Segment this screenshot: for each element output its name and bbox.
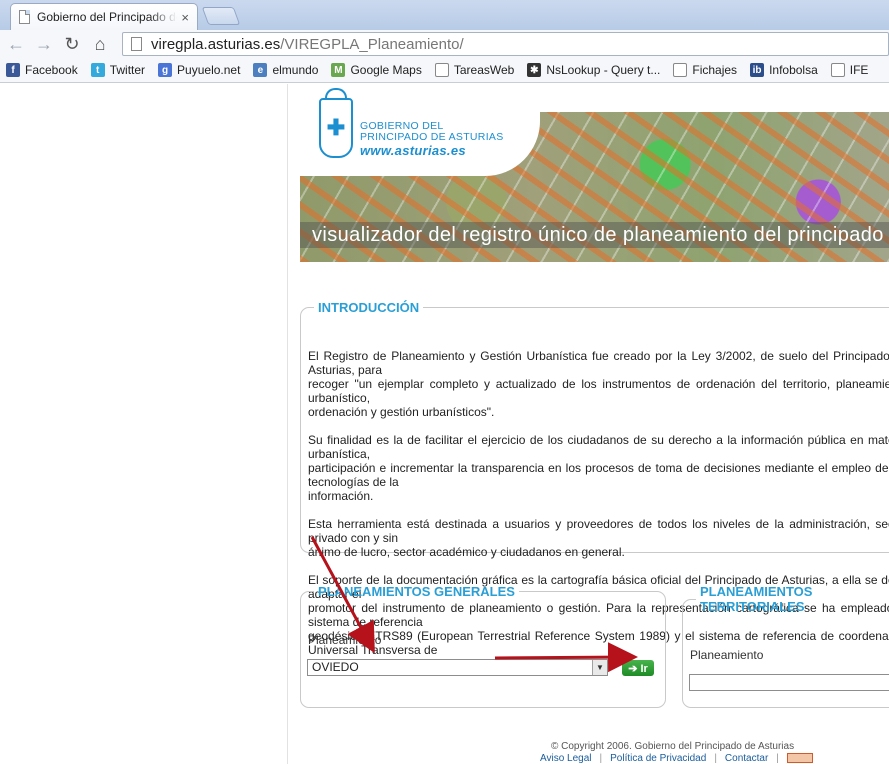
bookmark-item[interactable]: IFE: [830, 63, 869, 77]
intro-paragraph: Esta herramienta está destinada a usuari…: [308, 517, 889, 559]
twitter-icon: t: [90, 63, 105, 77]
page-icon: [19, 10, 30, 24]
separator: |: [714, 753, 717, 764]
footer-links: Aviso Legal | Política de Privacidad | C…: [540, 753, 813, 764]
close-icon[interactable]: ×: [181, 10, 189, 25]
bookmark-item[interactable]: t Twitter: [90, 63, 146, 77]
bookmark-item[interactable]: Fichajes: [673, 63, 737, 77]
gov-url[interactable]: www.asturias.es: [360, 143, 466, 158]
tab-strip: Gobierno del Principado de Asturias ×: [0, 0, 889, 30]
separator: |: [599, 753, 603, 764]
planeamiento-label: Planeamiento: [690, 648, 764, 662]
bookmark-label: Twitter: [109, 63, 146, 77]
bookmarks-bar: f Facebook t Twitter g Puyuelo.net e elmundo M Go…: [0, 58, 889, 83]
bookmark-label: Puyuelo.net: [177, 63, 241, 77]
bookmark-item[interactable]: g Puyuelo.net: [158, 63, 240, 77]
bookmark-item[interactable]: f Facebook: [6, 63, 78, 77]
browser-toolbar: ← → ↻ ⌂ viregpla.asturias.es /VIREGPLA_P…: [0, 30, 889, 58]
facebook-icon: f: [6, 63, 20, 77]
generales-legend: PLANEAMIENTOS GENERALES: [318, 584, 515, 599]
bookmark-item[interactable]: e elmundo: [253, 63, 318, 77]
page-icon: [830, 63, 845, 77]
reload-icon[interactable]: ↻: [60, 32, 84, 56]
header-banner: visualizador del registro único de plane…: [300, 84, 889, 262]
google-icon: g: [158, 63, 173, 77]
contact-link[interactable]: Contactar: [725, 753, 768, 764]
page-icon: [673, 63, 688, 77]
banner-caption: visualizador del registro único de plane…: [312, 224, 884, 246]
home-icon[interactable]: ⌂: [88, 32, 112, 56]
page-icon: [131, 37, 142, 51]
bookmark-item[interactable]: M Google Maps: [331, 63, 422, 77]
bookmark-label: Facebook: [25, 63, 78, 77]
planeamientos-territoriales-section: PLANEAMIENTOS TERRITORIALES Planeamiento: [682, 584, 889, 708]
intro-paragraph: Su finalidad es la de facilitar el ejerc…: [308, 433, 889, 503]
url-path: /VIREGPLA_Planeamiento/: [280, 35, 464, 53]
web-page: visualizador del registro único de plane…: [0, 84, 889, 764]
go-button[interactable]: ➔ Ir: [622, 660, 654, 676]
logo-panel[interactable]: ✚ GOBIERNO DEL PRINCIPADO DE ASTURIAS ww…: [300, 84, 540, 176]
intro-legend: INTRODUCCIÓN: [318, 300, 420, 315]
gov-line-2: PRINCIPADO DE ASTURIAS: [360, 131, 504, 143]
globe-icon: e: [253, 63, 268, 77]
bookmark-item[interactable]: ✱ NsLookup - Query t...: [527, 63, 660, 77]
new-tab-button[interactable]: [201, 7, 241, 25]
bookmark-label: Fichajes: [692, 63, 738, 77]
planeamiento-generales-select[interactable]: OVIEDO ▼: [307, 659, 608, 676]
bookmark-label: Google Maps: [350, 63, 422, 77]
select-value: OVIEDO: [312, 660, 359, 674]
tab-title: Gobierno del Principado de Asturias: [37, 10, 177, 24]
browser-tab[interactable]: Gobierno del Principado de Asturias ×: [10, 3, 198, 30]
territoriales-legend: PLANEAMIENTOS TERRITORIALES: [700, 584, 813, 614]
intro-section: INTRODUCCIÓN El Registro de Planeamiento…: [300, 300, 889, 671]
badge-icon: [786, 753, 813, 763]
planeamientos-generales-section: PLANEAMIENTOS GENERALES Planeamiento OVI…: [300, 584, 666, 708]
bookmark-label: Infobolsa: [769, 63, 818, 77]
back-icon[interactable]: ←: [4, 32, 28, 56]
map-icon: M: [331, 63, 346, 77]
url-host: viregpla.asturias.es: [151, 35, 281, 53]
infobolsa-icon: ib: [750, 63, 765, 77]
address-bar[interactable]: viregpla.asturias.es /VIREGPLA_Planeamie…: [122, 32, 889, 56]
bookmark-label: NsLookup - Query t...: [546, 63, 661, 77]
bookmark-label: IFE: [849, 63, 869, 77]
intro-paragraph: El Registro de Planeamiento y Gestión Ur…: [308, 349, 889, 419]
bookmark-label: elmundo: [272, 63, 319, 77]
aviso-legal-link[interactable]: Aviso Legal: [540, 753, 592, 764]
separator: |: [776, 753, 779, 764]
star-icon: ✱: [527, 63, 542, 77]
page-icon: [434, 63, 449, 77]
asturias-crest-icon: ✚: [319, 98, 353, 158]
bookmark-item[interactable]: TareasWeb: [434, 63, 515, 77]
copyright: © Copyright 2006. Gobierno del Principad…: [551, 741, 795, 752]
privacy-link[interactable]: Política de Privacidad: [610, 753, 706, 764]
planeamiento-label: Planeamiento: [308, 633, 382, 647]
planeamiento-territoriales-select[interactable]: [689, 674, 889, 691]
bookmark-label: TareasWeb: [453, 63, 515, 77]
left-margin: [0, 84, 288, 764]
bookmark-item[interactable]: ib Infobolsa: [750, 63, 818, 77]
chevron-down-icon[interactable]: ▼: [592, 660, 607, 675]
forward-icon[interactable]: →: [32, 32, 56, 56]
